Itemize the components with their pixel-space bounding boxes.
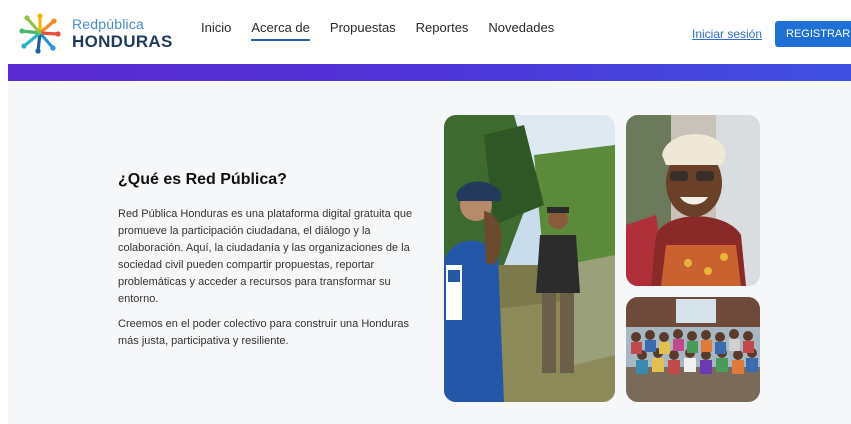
register-button[interactable]: REGISTRARME <box>775 21 851 47</box>
photo-community-group <box>626 297 760 402</box>
brand-name-bottom: HONDURAS <box>72 31 173 51</box>
logo-star-icon <box>19 13 61 54</box>
brand-logo[interactable]: Redpública HONDURAS <box>18 12 173 54</box>
brand-name-top: Redpública <box>72 15 145 32</box>
nav-item-novedades[interactable]: Novedades <box>488 20 554 41</box>
site-header: Redpública HONDURAS Inicio Acerca de Pro… <box>0 0 851 64</box>
about-paragraph-2: Creemos en el poder colectivo para const… <box>118 318 410 347</box>
nav-item-inicio[interactable]: Inicio <box>201 20 231 41</box>
login-link[interactable]: Iniciar sesión <box>692 27 762 41</box>
main-nav: Inicio Acerca de Propuestas Reportes Nov… <box>201 20 574 41</box>
about-paragraph-1: Red Pública Honduras es una plataforma d… <box>118 208 413 305</box>
nav-item-acerca-de[interactable]: Acerca de <box>251 20 310 41</box>
about-title: ¿Qué es Red Pública? <box>118 171 287 188</box>
gradient-banner <box>8 64 851 81</box>
nav-item-propuestas[interactable]: Propuestas <box>330 20 396 41</box>
nav-item-reportes[interactable]: Reportes <box>416 20 469 41</box>
brand-name: Redpública HONDURAS <box>72 17 173 50</box>
photo-field-conversation <box>444 115 615 402</box>
photo-smiling-woman <box>626 115 760 286</box>
